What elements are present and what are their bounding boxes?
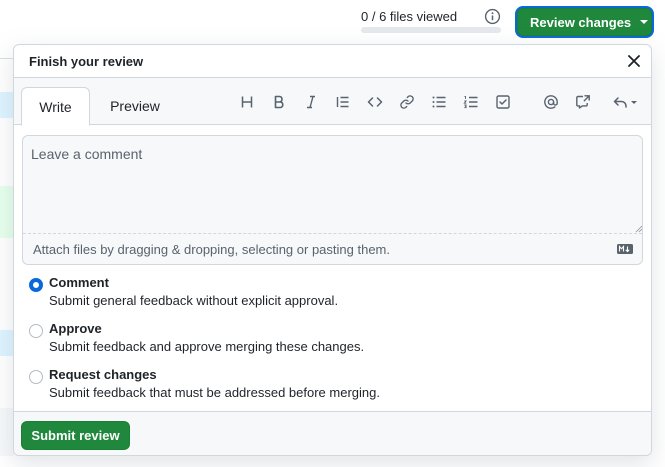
task-list-icon[interactable] (493, 92, 513, 112)
comment-radio[interactable] (29, 278, 43, 292)
option-title: Request changes (49, 367, 157, 382)
editor-tabbar: Write Preview (14, 78, 651, 126)
request-changes-radio[interactable] (29, 370, 43, 384)
background-row-blue (0, 92, 14, 118)
tab-write[interactable]: Write (21, 87, 90, 126)
heading-icon[interactable] (237, 92, 257, 112)
mention-icon[interactable] (541, 92, 561, 112)
italic-icon[interactable] (301, 92, 321, 112)
files-viewed-progress (361, 27, 501, 33)
background-row-gray (0, 408, 14, 456)
option-request-changes[interactable]: Request changes Submit feedback that mus… (29, 367, 589, 407)
quote-icon[interactable] (333, 92, 353, 112)
panel-footer: Submit review (14, 411, 651, 455)
option-title: Approve (49, 321, 102, 336)
background-row-green (0, 186, 14, 238)
review-changes-button[interactable]: Review changes (517, 8, 652, 36)
attach-files-hint[interactable]: Attach files by dragging & dropping, sel… (33, 242, 390, 257)
markdown-icon[interactable] (617, 244, 633, 254)
option-comment[interactable]: Comment Submit general feedback without … (29, 275, 589, 315)
cross-reference-icon[interactable] (573, 92, 593, 112)
submit-review-button[interactable]: Submit review (21, 421, 130, 450)
panel-title: Finish your review (14, 45, 651, 78)
comment-box: Attach files by dragging & dropping, sel… (22, 135, 643, 265)
tab-preview[interactable]: Preview (98, 87, 172, 125)
option-description: Submit feedback and approve merging thes… (49, 339, 365, 354)
approve-radio[interactable] (29, 324, 43, 338)
background-row-blue-2 (0, 330, 14, 356)
option-description: Submit general feedback without explicit… (49, 293, 339, 308)
code-icon[interactable] (365, 92, 385, 112)
finish-review-panel: Finish your review Write Preview Leave a… (13, 44, 652, 456)
comment-textarea[interactable] (23, 136, 642, 234)
chevron-down-icon (640, 20, 649, 24)
background-divider (0, 58, 14, 59)
bold-icon[interactable] (269, 92, 289, 112)
link-icon[interactable] (397, 92, 417, 112)
files-viewed-label: 0 / 6 files viewed (361, 9, 458, 24)
ordered-list-icon[interactable] (461, 92, 481, 112)
close-icon[interactable] (627, 54, 641, 68)
review-changes-label: Review changes (530, 14, 632, 30)
option-approve[interactable]: Approve Submit feedback and approve merg… (29, 321, 589, 361)
option-title: Comment (49, 275, 109, 290)
resize-handle-icon[interactable] (635, 225, 643, 233)
info-icon[interactable] (484, 8, 501, 25)
undo-icon[interactable] (612, 92, 640, 112)
unordered-list-icon[interactable] (429, 92, 449, 112)
option-description: Submit feedback that must be addressed b… (49, 385, 380, 400)
